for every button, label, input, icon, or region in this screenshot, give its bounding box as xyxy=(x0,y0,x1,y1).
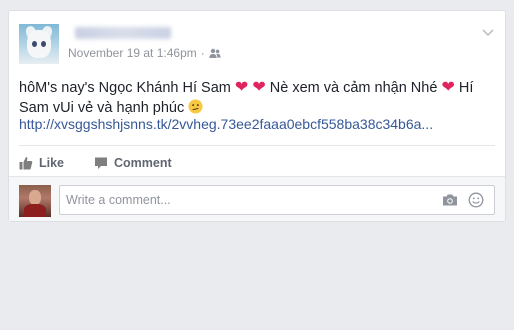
post-text-part1: hôM's nay's Ngọc Khánh Hí Sam xyxy=(19,80,235,96)
chevron-down-icon[interactable] xyxy=(481,25,495,39)
author-name-blurred[interactable] xyxy=(75,27,171,39)
current-user-avatar[interactable] xyxy=(19,185,51,217)
meta-separator: · xyxy=(200,46,205,60)
divider xyxy=(19,145,495,146)
heart-emoji-icon: ❤ xyxy=(234,79,249,96)
post-timestamp[interactable]: November 19 at 1:46pm xyxy=(68,46,197,60)
heart-emoji-icon: ❤ xyxy=(252,79,266,96)
author-avatar[interactable] xyxy=(19,24,59,64)
camera-icon[interactable] xyxy=(442,192,458,208)
comment-label: Comment xyxy=(114,156,172,170)
comment-box xyxy=(59,185,495,215)
post-meta: November 19 at 1:46pm · xyxy=(68,46,221,60)
heart-emoji-icon: ❤ xyxy=(441,79,455,96)
confused-face-emoji-icon xyxy=(188,99,203,114)
post-actions: Like Comment xyxy=(19,153,202,173)
post-text: hôM's nay's Ngọc Khánh Hí Sam ❤ ❤ Nè xem… xyxy=(19,78,497,118)
post-text-part2: Nè xem và cảm nhận Nhé xyxy=(265,80,442,96)
comment-area xyxy=(9,176,505,221)
comment-icon xyxy=(95,157,108,169)
like-button[interactable]: Like xyxy=(19,156,64,170)
comment-button[interactable]: Comment xyxy=(94,156,172,170)
post-card: November 19 at 1:46pm · hôM's nay's Ngọc… xyxy=(8,10,506,222)
emoji-icon[interactable] xyxy=(468,192,484,208)
like-label: Like xyxy=(39,156,65,170)
friends-icon[interactable] xyxy=(209,48,221,59)
comment-input[interactable] xyxy=(60,192,442,208)
thumbs-up-icon xyxy=(19,157,33,170)
post-link[interactable]: http://xvsggshshjsnns.tk/2vvheg.73ee2faa… xyxy=(19,116,433,132)
